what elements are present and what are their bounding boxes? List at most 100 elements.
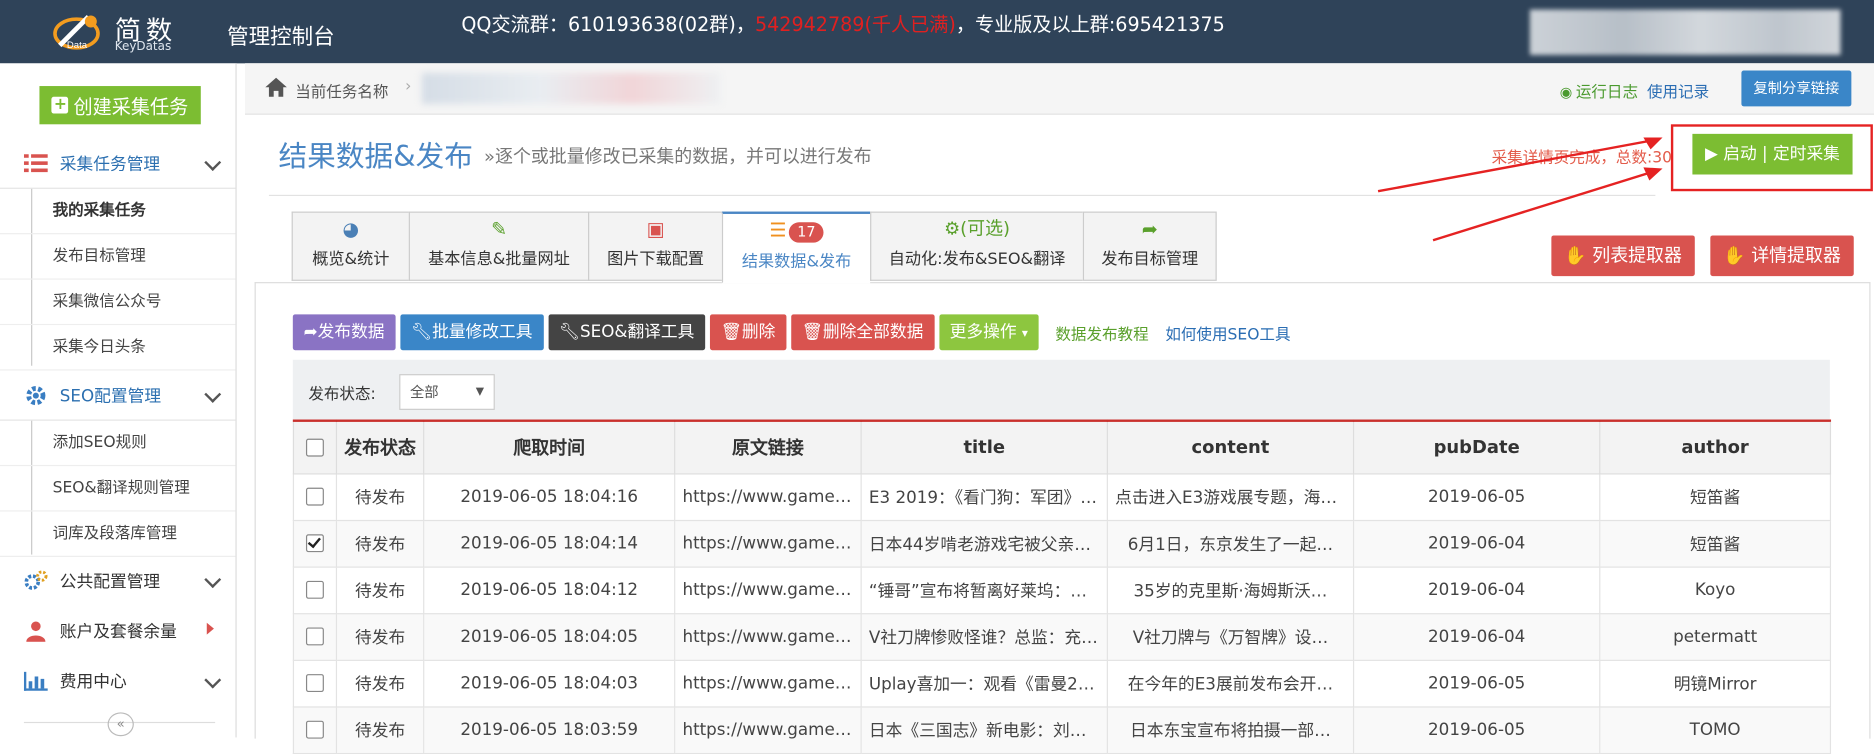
url-cell[interactable]: https://www.gamersky.com/news/201906/117…	[674, 705, 862, 754]
publish-tutorial-link[interactable]: 数据发布教程	[1055, 321, 1148, 344]
url-cell[interactable]: https://www.gamersky.com/news/201906/117…	[674, 612, 862, 661]
title-cell: V社刀牌惨败怪谁？总监：充…	[860, 612, 1108, 661]
tab-automation[interactable]: ⚙(可选) 自动化:发布&SEO&翻译	[870, 211, 1083, 281]
caret-down-icon: ▼	[475, 386, 485, 399]
row-checkbox[interactable]	[305, 720, 324, 739]
sidebar-item-wordbank[interactable]: 词库及段落库管理	[0, 512, 236, 557]
column-header[interactable]: 发布状态	[335, 420, 425, 474]
tab-label: 概览&统计	[312, 249, 390, 269]
tab-overview[interactable]: ◕ 概览&统计	[291, 211, 409, 281]
tab-results-publish[interactable]: ☰ 17 结果数据&发布	[721, 211, 871, 284]
breadcrumb: 当前任务名称 › ◉ 运行日志 使用记录 复制分享链接	[245, 63, 1874, 115]
column-header[interactable]: content	[1106, 420, 1355, 474]
url-cell[interactable]: https://www.gamersky.com/news/201906/117…	[674, 519, 862, 568]
column-header[interactable]: author	[1599, 420, 1832, 474]
gears-icon	[24, 569, 48, 593]
delete-button[interactable]: 🗑︎删除	[709, 314, 787, 351]
row-select-cell[interactable]	[292, 519, 338, 568]
delete-all-button[interactable]: 🗑︎删除全部数据	[790, 314, 935, 351]
column-header[interactable]: 爬取时间	[423, 420, 676, 474]
select-all-checkbox[interactable]	[305, 438, 324, 457]
row-checkbox[interactable]	[305, 580, 324, 599]
url-cell[interactable]: https://www.gamersky.com/news/201906/117…	[674, 659, 862, 707]
url-cell[interactable]: https://www.gamersky.com/news/201906/117…	[674, 472, 862, 521]
button-label: 删除	[741, 322, 776, 342]
sidebar-item-add-seo-rule[interactable]: 添加SEO规则	[0, 421, 236, 467]
collapse-sidebar-icon[interactable]: «	[107, 712, 134, 737]
status-cell: 待发布	[335, 565, 425, 614]
table-row[interactable]: 待发布 2019-06-05 18:04:03 https://www.game…	[292, 659, 1832, 707]
row-select-cell[interactable]	[292, 659, 338, 707]
table-row[interactable]: 待发布 2019-06-05 18:04:12 https://www.game…	[292, 565, 1832, 614]
start-scheduled-collect-button[interactable]: ▶ 启动 | 定时采集	[1692, 133, 1853, 175]
more-actions-dropdown[interactable]: 更多操作 ▾	[938, 314, 1039, 351]
time-cell: 2019-06-05 18:03:59	[423, 705, 676, 754]
time-cell: 2019-06-05 18:04:14	[423, 519, 676, 568]
image-icon: ▣	[646, 217, 665, 241]
select-value: 全部	[409, 383, 439, 401]
section-label: 公共配置管理	[59, 572, 161, 592]
sidebar-section-common-config[interactable]: 公共配置管理	[0, 557, 235, 605]
row-checkbox[interactable]	[305, 627, 324, 646]
sidebar-section-account[interactable]: 账户及套餐余量	[0, 607, 235, 655]
sidebar-item-seo-rules[interactable]: SEO&翻译规则管理	[0, 466, 236, 512]
qq-prefix: QQ交流群：610193638(02群)，	[461, 13, 755, 36]
table-row[interactable]: 待发布 2019-06-05 18:04:16 https://www.game…	[292, 472, 1832, 521]
gears-icon: ⚙	[944, 217, 961, 240]
create-task-button[interactable]: + 创建采集任务	[39, 86, 201, 125]
rss-icon: ◉	[1559, 83, 1573, 101]
row-select-cell[interactable]	[292, 612, 338, 661]
sidebar-item-wechat[interactable]: 采集微信公众号	[0, 280, 236, 326]
table-header-row: 发布状态 爬取时间 原文链接 title content pubDate aut…	[292, 420, 1832, 474]
column-header[interactable]: title	[860, 420, 1108, 474]
tab-image-download[interactable]: ▣ 图片下载配置	[588, 211, 722, 281]
task-name-redacted	[421, 72, 721, 104]
sidebar: + 创建采集任务 采集任务管理 我的采集任务 发布目标管理 采集微信公众号 采集…	[0, 63, 237, 738]
edit-icon: ✎	[490, 217, 508, 241]
table-row[interactable]: 待发布 2019-06-05 18:04:14 https://www.game…	[292, 519, 1832, 568]
tab-bar: ◕ 概览&统计 ✎ 基本信息&批量网址 ▣ 图片下载配置 ☰ 17 结果数据&发布…	[291, 211, 1217, 284]
column-header[interactable]: pubDate	[1352, 420, 1601, 474]
sidebar-section-seo[interactable]: SEO配置管理	[0, 372, 236, 421]
row-checkbox-checked[interactable]	[305, 534, 324, 553]
seo-howto-link[interactable]: 如何使用SEO工具	[1165, 321, 1290, 344]
tab-basic-info[interactable]: ✎ 基本信息&批量网址	[408, 211, 589, 281]
list-extractor-button[interactable]: ✋ 列表提取器	[1551, 235, 1695, 277]
tab-publish-targets[interactable]: ➦ 发布目标管理	[1082, 211, 1217, 281]
sidebar-item-publish-targets[interactable]: 发布目标管理	[0, 234, 236, 280]
console-title: 管理控制台	[227, 25, 335, 51]
row-select-cell[interactable]	[292, 565, 338, 614]
sidebar-section-task-management[interactable]: 采集任务管理	[0, 140, 236, 189]
seo-translate-button[interactable]: 🔧︎SEO&翻译工具	[548, 314, 706, 351]
table-row[interactable]: 待发布 2019-06-05 18:04:05 https://www.game…	[292, 612, 1832, 661]
url-cell[interactable]: https://www.gamersky.com/news/201906/117…	[674, 565, 862, 614]
publish-status-select[interactable]: 全部 ▼	[399, 374, 495, 410]
pubdate-cell: 2019-06-05	[1352, 472, 1601, 521]
row-select-cell[interactable]	[292, 472, 338, 521]
select-all-header[interactable]	[292, 420, 338, 474]
title-cell: E3 2019：《看门狗：军团》…	[860, 472, 1108, 521]
detail-extractor-button[interactable]: ✋ 详情提取器	[1710, 235, 1854, 277]
sidebar-item-toutiao[interactable]: 采集今日头条	[0, 325, 236, 371]
list-extractor-label: 列表提取器	[1592, 245, 1682, 267]
sidebar-item-my-tasks[interactable]: 我的采集任务	[0, 189, 236, 235]
usage-log-link[interactable]: 使用记录	[1647, 79, 1709, 102]
home-icon[interactable]	[264, 76, 288, 98]
logo[interactable]: Data 简数 KeyDatas	[53, 7, 196, 55]
logo-en-text: KeyDatas	[114, 40, 172, 54]
pubdate-cell: 2019-06-04	[1352, 565, 1601, 614]
copy-share-link-button[interactable]: 复制分享链接	[1741, 70, 1852, 107]
table-row[interactable]: 待发布 2019-06-05 18:03:59 https://www.game…	[292, 705, 1832, 754]
table-body: 待发布 2019-06-05 18:04:16 https://www.game…	[292, 472, 1832, 754]
row-select-cell[interactable]	[292, 705, 338, 754]
batch-edit-button[interactable]: 🔧︎批量修改工具	[400, 314, 544, 351]
run-log-link[interactable]: ◉ 运行日志	[1560, 79, 1638, 102]
publish-data-button[interactable]: ➦发布数据	[292, 314, 396, 351]
row-checkbox[interactable]	[305, 487, 324, 506]
column-header[interactable]: 原文链接	[674, 420, 862, 474]
publish-status-filter-label: 发布状态:	[308, 386, 376, 404]
row-checkbox[interactable]	[305, 674, 324, 693]
main-content: 当前任务名称 › ◉ 运行日志 使用记录 复制分享链接 结果数据&发布 »逐个或批…	[245, 63, 1874, 754]
sidebar-section-billing[interactable]: 费用中心	[0, 657, 235, 705]
user-info-redacted[interactable]	[1529, 9, 1841, 55]
